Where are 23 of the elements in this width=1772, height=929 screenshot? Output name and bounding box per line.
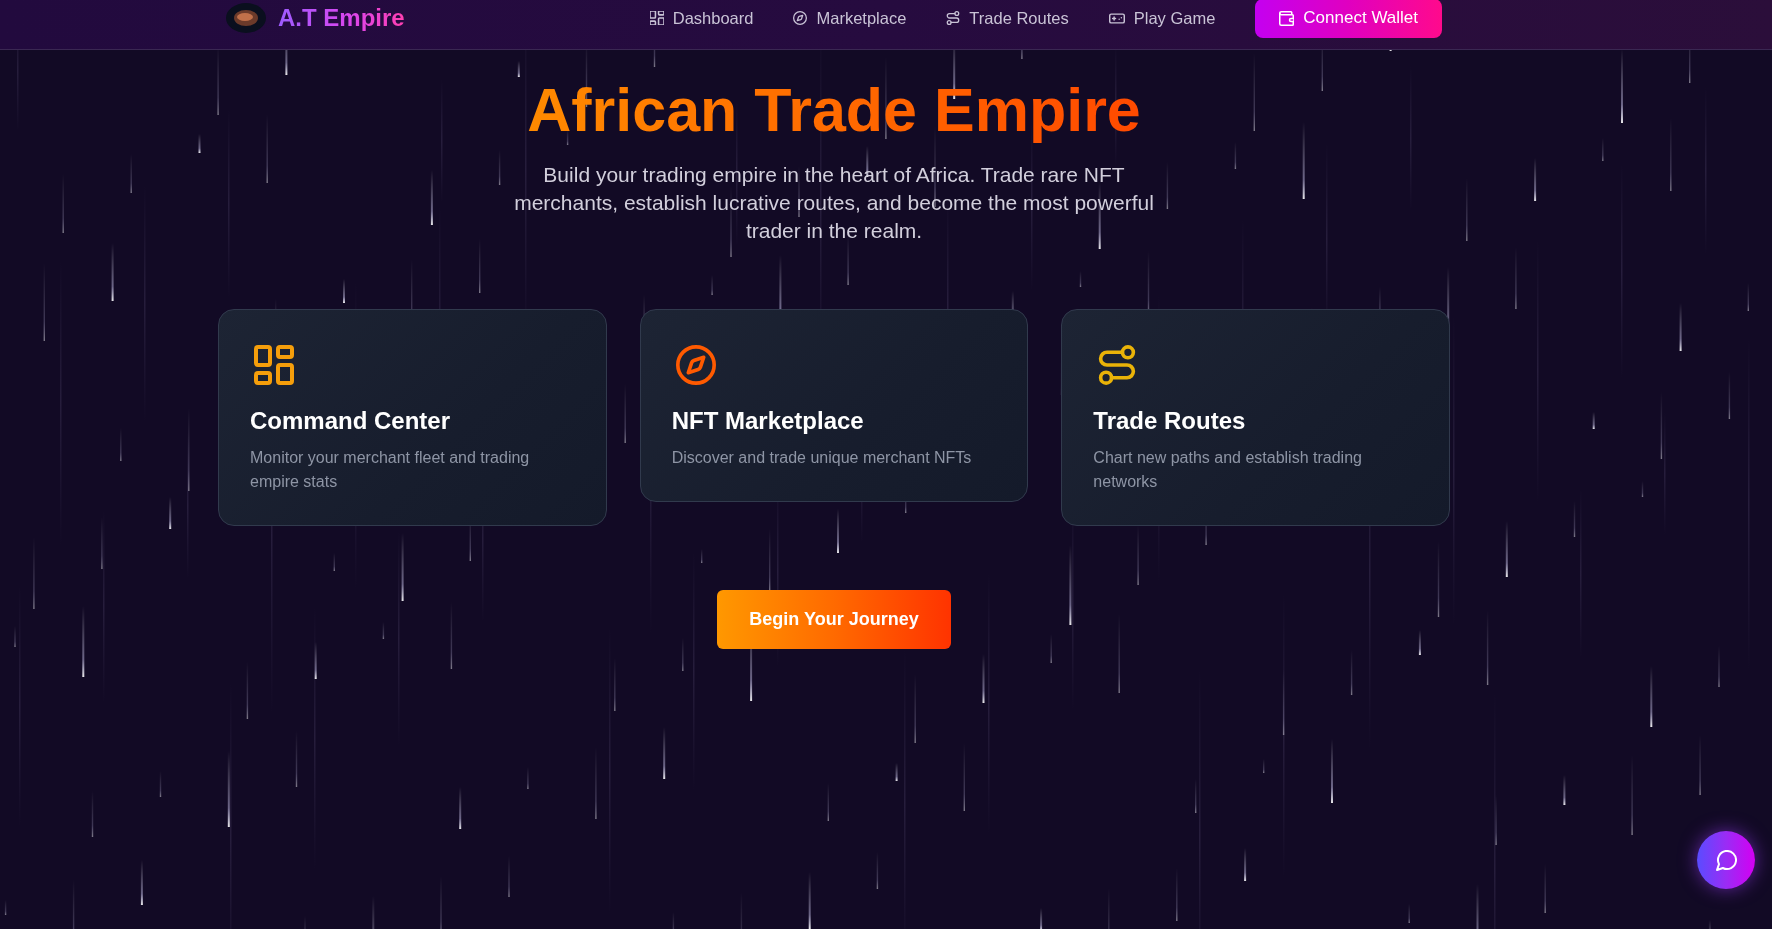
nav-link[interactable]: Play Game <box>1108 8 1216 28</box>
nav-link[interactable]: Trade Routes <box>946 8 1069 28</box>
layout-grid-icon <box>649 11 664 25</box>
hero-subtitle: Build your trading empire in the heart of Africa. Trade rare NFT merchants, establish lucrative routes, and become the most powerful trader in the realm. <box>513 162 1155 244</box>
card-description: Chart new paths and establish trading networks <box>1093 448 1363 492</box>
card-title: Trade Routes <box>1093 406 1247 436</box>
chat-button[interactable] <box>1697 831 1755 889</box>
card-title: Command Center <box>250 406 452 436</box>
nav-link[interactable]: Dashboard <box>649 8 754 28</box>
logo-image <box>226 3 266 33</box>
feature-card[interactable]: Command Center Monitor your merchant fleet and trading empire stats <box>218 309 607 526</box>
card-description: Monitor your merchant fleet and trading empire stats <box>250 448 531 492</box>
gamepad-icon <box>1108 12 1125 24</box>
nav-link[interactable]: Marketplace <box>793 8 907 28</box>
route-path-icon <box>946 11 961 25</box>
chat-bubble-icon <box>1715 849 1737 871</box>
feature-card[interactable]: NFT Marketplace Discover and trade unique merchant NFTs <box>639 309 1029 502</box>
card-title: NFT Marketplace <box>671 406 865 436</box>
wallet-icon <box>1279 10 1295 26</box>
compass-icon <box>793 11 808 25</box>
card-description: Discover and trade unique merchant NFTs <box>671 448 973 468</box>
feature-card[interactable]: Trade Routes Chart new paths and establish trading networks <box>1061 309 1450 526</box>
connect-wallet-button[interactable]: Connect Wallet <box>1255 0 1442 38</box>
